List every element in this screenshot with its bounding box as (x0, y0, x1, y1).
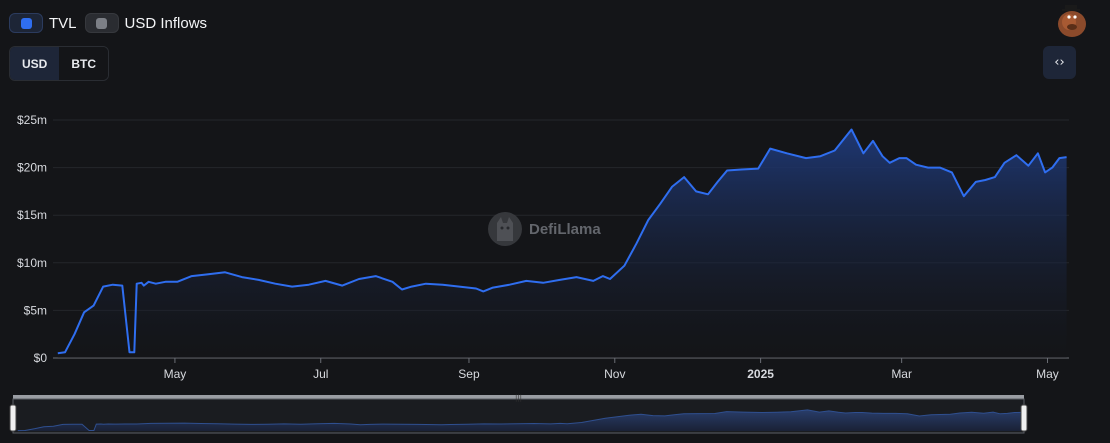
x-tick-label: Sep (458, 367, 480, 381)
zoom-handle[interactable] (1020, 404, 1028, 432)
usd-button[interactable]: USD (10, 47, 60, 80)
x-tick-label: Mar (891, 367, 912, 381)
y-tick-label: $25m (17, 113, 47, 127)
tvl-toggle[interactable]: TVL (9, 13, 77, 33)
y-tick-label: $15m (17, 208, 47, 222)
legend: TVL USD Inflows (9, 13, 207, 33)
tvl-chart[interactable]: $0 $5m $10m $15m $20m $25m May Jul Sep Nov 2025 Mar… (0, 90, 1110, 443)
tvl-label: TVL (49, 14, 77, 32)
x-tick-label: May (1036, 367, 1059, 381)
tvl-checkbox[interactable] (9, 13, 43, 33)
usd-inflows-toggle[interactable]: USD Inflows (84, 13, 208, 33)
watermark-text: DefiLlama (529, 220, 601, 238)
y-tick-label: $0 (34, 351, 48, 365)
llama-avatar-icon[interactable] (1052, 0, 1092, 38)
y-tick-label: $5m (24, 303, 47, 317)
x-tick-label: Jul (313, 367, 328, 381)
x-tick-label: May (164, 367, 187, 381)
x-tick-label: 2025 (747, 367, 774, 381)
code-icon: ‹› (1054, 55, 1065, 70)
llama-logo-icon (488, 212, 522, 246)
y-tick-label: $20m (17, 161, 47, 175)
zoom-drag-handle[interactable]: ||| (515, 394, 522, 402)
usd-inflows-checkbox[interactable] (84, 13, 119, 33)
btc-button[interactable]: BTC (59, 47, 109, 80)
zoom-handle[interactable] (9, 404, 17, 432)
denomination-switch: USD BTC (9, 46, 110, 81)
defillama-watermark: DefiLlama (487, 209, 601, 249)
y-tick-label: $10m (17, 256, 47, 270)
x-tick-label: Nov (604, 367, 625, 381)
usd-inflows-label: USD Inflows (124, 14, 208, 32)
embed-code-button[interactable]: ‹› (1043, 46, 1076, 79)
